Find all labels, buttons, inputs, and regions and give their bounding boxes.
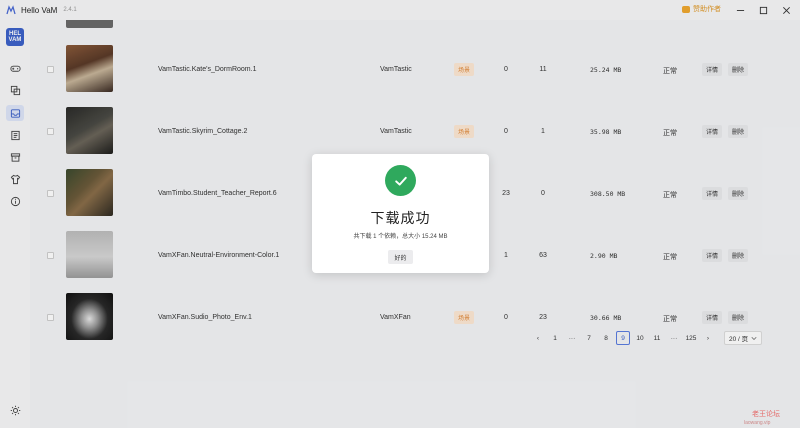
dialog-title: 下载成功 bbox=[370, 210, 431, 226]
watermark-logo: 老王论坛 bbox=[752, 411, 780, 418]
watermark-url: laowang.vip bbox=[744, 420, 771, 426]
ok-button[interactable]: 好的 bbox=[388, 250, 413, 264]
dialog-message: 共下载 1 个依赖，总大小 15.24 MB bbox=[353, 234, 448, 240]
download-success-dialog: 下载成功 共下载 1 个依赖，总大小 15.24 MB 好的 bbox=[312, 154, 489, 273]
success-check-icon bbox=[385, 165, 416, 196]
